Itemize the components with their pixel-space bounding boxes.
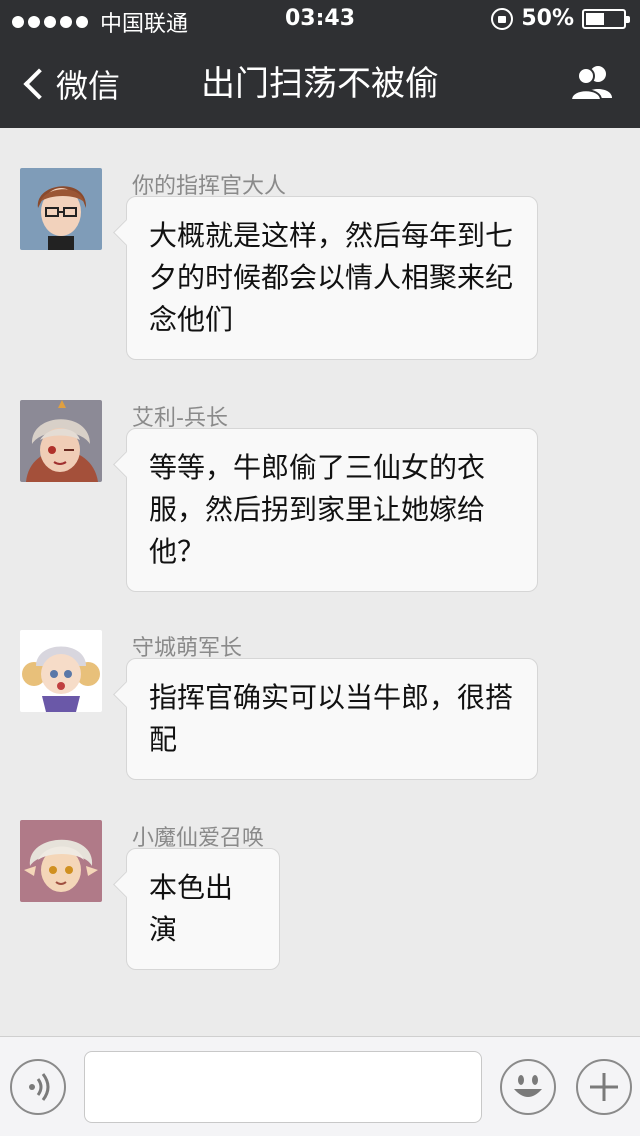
- soldier-avatar[interactable]: [20, 400, 102, 482]
- back-label: 微信: [56, 67, 121, 105]
- plus-icon: [590, 1073, 618, 1101]
- chat-title: 出门扫荡不被偷: [201, 64, 439, 104]
- commander-avatar[interactable]: [20, 168, 102, 250]
- emoji-button[interactable]: [500, 1059, 556, 1115]
- message-input[interactable]: [84, 1051, 482, 1123]
- message-item: 你的指挥官大人 大概就是这样，然后每年到七夕的时候都会以情人相聚来纪念他们: [20, 168, 620, 360]
- chat-area[interactable]: 你的指挥官大人 大概就是这样，然后每年到七夕的时候都会以情人相聚来纪念他们 艾利…: [0, 128, 640, 1036]
- contacts-icon: [569, 66, 612, 101]
- fairy-avatar[interactable]: [20, 820, 102, 902]
- message-item: 艾利-兵长 等等，牛郎偷了三仙女的衣服，然后拐到家里让她嫁给他？: [20, 400, 620, 592]
- status-right: 50%: [491, 6, 630, 31]
- message-item: 小魔仙爱召唤 本色出演: [20, 820, 620, 970]
- voice-button[interactable]: [10, 1059, 66, 1115]
- message-bubble[interactable]: 指挥官确实可以当牛郎，很搭配: [126, 658, 538, 780]
- voice-icon: [29, 1073, 50, 1101]
- message-bubble[interactable]: 等等，牛郎偷了三仙女的衣服，然后拐到家里让她嫁给他？: [126, 428, 538, 592]
- emoji-icon: [514, 1075, 542, 1097]
- more-button[interactable]: [576, 1059, 632, 1115]
- back-button[interactable]: 微信: [18, 62, 120, 106]
- battery-icon: [582, 8, 630, 29]
- battery-fill: [586, 12, 604, 25]
- battery-percent: 50%: [521, 6, 574, 31]
- input-bar: [0, 1036, 640, 1136]
- message-item: 守城萌军长 指挥官确实可以当牛郎，很搭配: [20, 630, 620, 780]
- rotation-lock-icon: [491, 7, 514, 30]
- guard-avatar[interactable]: [20, 630, 102, 712]
- message-bubble[interactable]: 本色出演: [126, 848, 280, 970]
- group-members-button[interactable]: [568, 64, 618, 104]
- chevron-left-icon: [23, 68, 55, 100]
- message-bubble[interactable]: 大概就是这样，然后每年到七夕的时候都会以情人相聚来纪念他们: [126, 196, 538, 360]
- status-bar: 中国联通 03:43 50%: [0, 0, 640, 40]
- nav-bar: 微信 出门扫荡不被偷: [0, 40, 640, 128]
